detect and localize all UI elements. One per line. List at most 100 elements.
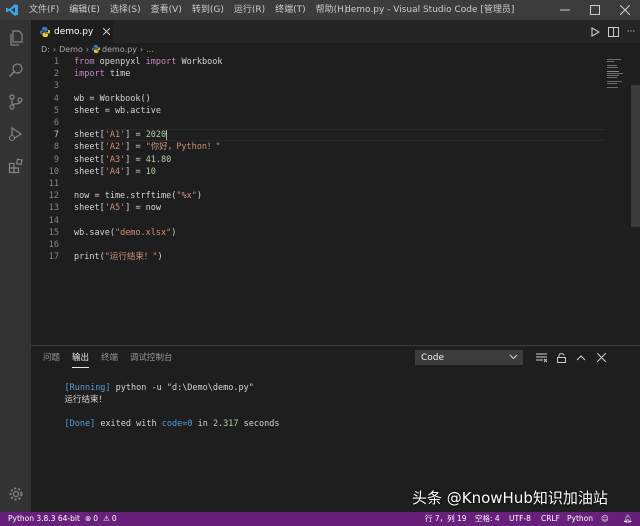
code-token: 10 [145,166,156,177]
split-editor-button[interactable] [604,20,622,43]
editor-scrollbar[interactable] [631,85,640,227]
line-number: 14 [48,215,59,226]
code-line[interactable]: 5 sheet = wb.active [31,105,591,117]
lock-icon [556,352,566,363]
code-line[interactable]: 13 sheet['A5'] = now [31,202,591,214]
feedback-icon[interactable]: ☺ [601,512,609,526]
lock-scroll-button[interactable] [551,350,571,365]
clear-output-button[interactable] [531,350,551,365]
code-text: sheet['A5'] = now [74,202,161,214]
code-token: ) [171,227,177,238]
search-icon [8,62,23,77]
output-channel-select[interactable]: Code [415,350,523,365]
code-token: "demo.xlsx" [114,227,172,238]
extensions-icon [8,157,23,173]
code-token: "你好，Python！" [145,142,221,153]
vscode-logo-icon [0,0,24,20]
code-line[interactable]: 15 wb.save("demo.xlsx") [31,227,591,239]
run-debug-icon [8,126,22,141]
code-text: wb.save("demo.xlsx") [74,227,176,239]
panel-actions [531,350,611,365]
extensions-button[interactable] [0,150,31,181]
line-number: 13 [48,203,59,214]
line-ending[interactable]: CRLF [541,512,560,526]
code-line[interactable]: 14 [31,215,591,227]
files-icon [9,29,23,46]
breadcrumb-drive[interactable]: D: [41,45,50,54]
code-line[interactable]: 6 [31,117,591,129]
code-line[interactable]: 17 print("运行结束！") [31,251,591,263]
problems-summary[interactable]: ⊗ 0 ⚠ 0 [85,512,117,526]
menu-view[interactable]: 查看(V) [146,0,187,20]
more-actions-button[interactable]: ··· [622,20,640,43]
close-button[interactable] [610,0,640,20]
source-control-button[interactable] [0,86,31,117]
code-line[interactable]: 9 sheet['A3'] = 41.80 [31,154,591,166]
tab-terminal[interactable]: 终端 [101,347,118,367]
code-line[interactable]: 11 [31,178,591,190]
code-line[interactable]: 10 sheet['A4'] = 10 [31,166,591,178]
menu-file[interactable]: 文件(F) [24,0,64,20]
line-number: 4 [53,93,59,104]
indentation[interactable]: 空格: 4 [475,512,500,526]
breadcrumb-more[interactable]: ... [146,45,154,54]
title-bar: 文件(F) 编辑(E) 选择(S) 查看(V) 转到(G) 运行(R) 终端(T… [0,0,640,20]
breadcrumb-folder[interactable]: Demo [59,45,83,54]
close-tab-icon[interactable] [103,28,111,35]
chevron-right-icon: › [52,44,57,54]
watermark: 头条 @KnowHub知识加油站 [412,489,608,507]
code-token: wb.save( [74,227,115,238]
tab-demo-py[interactable]: demo.py [31,20,113,43]
language-mode[interactable]: Python [567,512,593,526]
tab-label: demo.py [54,26,94,37]
code-line[interactable]: 16 [31,239,591,251]
close-panel-button[interactable] [591,350,611,365]
encoding[interactable]: UTF-8 [509,512,531,526]
play-icon [591,26,600,37]
breadcrumb-file[interactable]: demo.py [102,45,137,54]
tab-debug-console[interactable]: 调试控制台 [130,347,173,367]
tab-problems[interactable]: 问题 [43,347,60,367]
menu-selection[interactable]: 选择(S) [105,0,146,20]
code-line[interactable]: 2 import time [31,68,591,80]
search-button[interactable] [0,54,31,85]
code-line[interactable]: 1 from openpyxl import Workbook [31,56,591,68]
code-token: 'A2' [104,142,126,153]
close-icon [596,353,606,362]
python-interpreter[interactable]: Python 3.8.3 64-bit [8,512,80,526]
run-debug-button[interactable] [0,118,31,149]
line-number: 12 [48,191,59,202]
code-token: 'A3' [104,154,126,165]
run-file-button[interactable] [586,20,604,43]
close-icon [620,5,630,15]
code-line[interactable]: 3 [31,80,591,92]
settings-button[interactable] [0,478,31,509]
breadcrumb: D: › Demo › demo.py › ... [31,43,640,55]
code-token: sheet[ [74,166,105,177]
code-token: sheet[ [74,142,105,153]
cursor-position[interactable]: 行 7，列 19 [425,512,467,526]
menu-run[interactable]: 运行(R) [229,0,270,20]
tab-output[interactable]: 输出 [72,347,90,368]
menu-edit[interactable]: 编辑(E) [64,0,105,20]
bell-icon[interactable]: 🔔︎ [623,512,633,526]
code-text: from openpyxl import Workbook [74,56,222,68]
code-editor[interactable]: 1 from openpyxl import Workbook 2 import ti… [31,55,640,345]
status-bar: Python 3.8.3 64-bit ⊗ 0 ⚠ 0 行 7，列 19 空格:… [0,512,640,526]
line-number: 5 [53,105,59,116]
code-token: print( [74,252,105,263]
line-number: 2 [53,69,59,80]
program-output: 运行结束！ [64,395,107,405]
code-line[interactable]: 7 sheet['A1'] = 2020 [31,129,591,141]
menu-terminal[interactable]: 终端(T) [270,0,311,20]
code-token: sheet[ [74,154,105,165]
minimize-button[interactable] [550,0,580,20]
code-line[interactable]: 8 sheet['A2'] = "你好，Python！" [31,141,591,153]
maximize-panel-button[interactable] [571,350,591,365]
explorer-button[interactable] [0,22,31,53]
menu-go[interactable]: 转到(G) [187,0,229,20]
code-line[interactable]: 12 now = time.strftime("%x") [31,190,591,202]
code-line[interactable]: 4 wb = Workbook() [31,93,591,105]
maximize-button[interactable] [580,0,610,20]
code-text: sheet['A3'] = 41.80 [74,154,171,166]
